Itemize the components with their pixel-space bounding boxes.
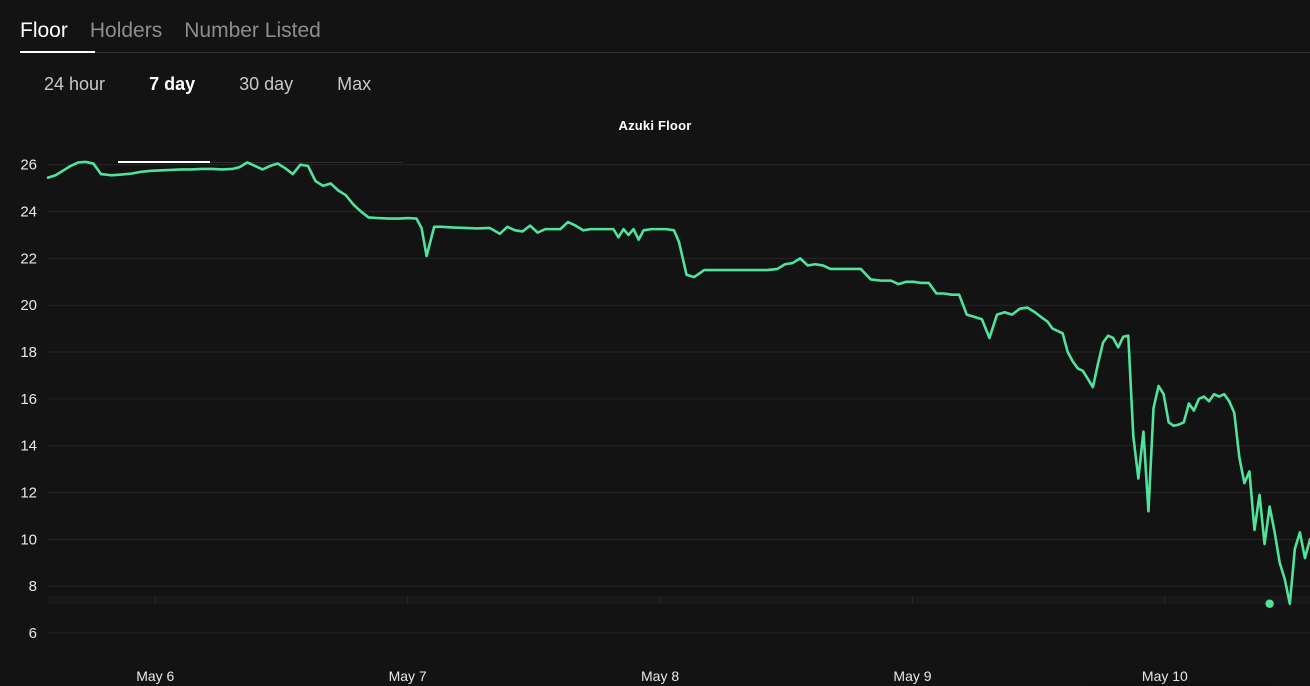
x-axis-tick-label: May 10 (1142, 668, 1188, 684)
y-axis-tick-label: 20 (20, 297, 37, 314)
range-7-day-label: 7 day (149, 74, 195, 94)
range-7-day[interactable]: 7 day (127, 72, 217, 102)
y-axis-tick-label: 16 (20, 391, 37, 408)
chart-container: Azuki Floor 26242220181614121086May 6May… (0, 108, 1310, 686)
y-axis-tick-label: 22 (20, 250, 37, 267)
tabbar-divider (95, 52, 1310, 53)
line-chart-plot[interactable]: 26 24 22 20 18 16 14 12 10 8 6 May 6 May 7 May 8 May 9… (0, 108, 1310, 686)
tab-floor-label: Floor (20, 19, 68, 42)
tab-holders[interactable]: Holders (90, 18, 162, 52)
x-axis-tick-label: May 8 (641, 668, 679, 684)
range-max-label: Max (337, 74, 371, 94)
y-axis-tick-label: 8 (29, 578, 37, 595)
y-axis-tick-label: 26 (20, 157, 37, 174)
chart-highlight-point[interactable] (1265, 600, 1273, 608)
active-tab-underline (20, 51, 95, 53)
y-axis-tick-label: 12 (20, 485, 37, 502)
tab-floor[interactable]: Floor (20, 18, 68, 52)
y-axis-tick-label: 24 (20, 204, 37, 221)
range-24-hour[interactable]: 24 hour (22, 72, 127, 102)
x-axis-tick-label: May 7 (389, 668, 427, 684)
range-max[interactable]: Max (315, 72, 393, 102)
y-axis-tick-label: 6 (29, 625, 37, 642)
tab-holders-label: Holders (90, 19, 162, 42)
tab-number-listed-label: Number Listed (184, 19, 321, 42)
y-axis-tick-label: 18 (20, 344, 37, 361)
range-30-day-label: 30 day (239, 74, 293, 94)
time-range-selector: 24 hour 7 day 30 day Max (0, 64, 1310, 108)
y-axis-tick-label: 10 (20, 531, 37, 548)
x-axis-tick-label: May 9 (893, 668, 931, 684)
range-24-hour-label: 24 hour (44, 74, 105, 94)
y-axis-tick-label: 14 (20, 438, 37, 455)
range-30-day[interactable]: 30 day (217, 72, 315, 102)
x-axis-tick-label: May 6 (136, 668, 174, 684)
metric-tabs: Floor Holders Number Listed (20, 18, 321, 52)
time-range-options: 24 hour 7 day 30 day Max (22, 72, 393, 102)
axis-band (48, 596, 1310, 604)
chart-line-series (48, 162, 1310, 604)
chart-svg: 26 24 22 20 18 16 14 12 10 8 6 May 6 May 7 May 8 May 9… (0, 108, 1310, 686)
tab-number-listed[interactable]: Number Listed (184, 18, 321, 52)
nft-floor-chart-page: Floor Holders Number Listed 24 hour 7 da… (0, 0, 1310, 686)
metric-tabbar: Floor Holders Number Listed (0, 0, 1310, 56)
